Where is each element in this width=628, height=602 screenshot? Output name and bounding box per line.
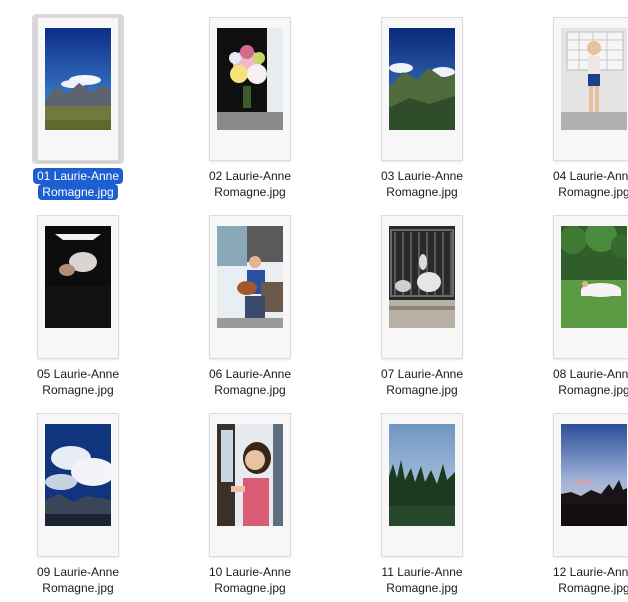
file-name-line-1: 09 Laurie-Anne <box>36 565 120 579</box>
instant-photo-frame <box>38 18 118 160</box>
photo-image <box>561 226 627 328</box>
file-name-line-1: 04 Laurie-Anne <box>552 169 628 183</box>
file-name-label[interactable]: 10 Laurie-Anne Romagne.jpg <box>172 564 328 596</box>
instant-photo-frame <box>210 414 290 556</box>
file-name-label[interactable]: 03 Laurie-Anne Romagne.jpg <box>344 168 500 200</box>
instant-photo-frame <box>382 414 462 556</box>
file-thumbnail[interactable] <box>172 410 328 560</box>
file-thumbnail[interactable] <box>516 410 628 560</box>
file-item[interactable]: 08 Laurie-Anne Romagne.jpg <box>516 206 628 404</box>
instant-photo-frame <box>382 216 462 358</box>
file-name-line-1: 02 Laurie-Anne <box>208 169 292 183</box>
photo-image <box>389 226 455 328</box>
photo-image <box>389 28 455 130</box>
file-thumbnail[interactable] <box>344 212 500 362</box>
instant-photo-frame <box>38 414 118 556</box>
file-name-line-1: 05 Laurie-Anne <box>36 367 120 381</box>
file-name-line-2: Romagne.jpg <box>214 185 286 199</box>
file-item[interactable]: 05 Laurie-Anne Romagne.jpg <box>0 206 156 404</box>
file-item[interactable]: 07 Laurie-Anne Romagne.jpg <box>344 206 500 404</box>
file-name-label[interactable]: 12 Laurie-Anne Romagne.jpg <box>516 564 628 596</box>
file-name-line-2: Romagne.jpg <box>386 581 458 595</box>
photo-image <box>45 424 111 526</box>
photo-image <box>561 424 627 526</box>
instant-photo-frame <box>554 414 628 556</box>
photo-image <box>217 226 283 328</box>
file-name-label[interactable]: 07 Laurie-Anne Romagne.jpg <box>344 366 500 398</box>
file-name-line-1: 01 Laurie-Anne <box>32 168 124 184</box>
instant-photo-frame <box>38 216 118 358</box>
file-item[interactable]: 12 Laurie-Anne Romagne.jpg <box>516 404 628 602</box>
file-name-line-1: 08 Laurie-Anne <box>552 367 628 381</box>
file-name-label[interactable]: 05 Laurie-Anne Romagne.jpg <box>0 366 156 398</box>
file-name-line-2: Romagne.jpg <box>558 185 628 199</box>
file-name-line-1: 12 Laurie-Anne <box>552 565 628 579</box>
file-item[interactable]: 11 Laurie-Anne Romagne.jpg <box>344 404 500 602</box>
file-item[interactable]: 01 Laurie-Anne Romagne.jpg <box>0 8 156 206</box>
file-name-line-1: 11 Laurie-Anne <box>381 565 463 579</box>
photo-image <box>217 424 283 526</box>
file-item[interactable]: 06 Laurie-Anne Romagne.jpg <box>172 206 328 404</box>
instant-photo-frame <box>210 18 290 160</box>
file-name-line-2: Romagne.jpg <box>42 383 114 397</box>
file-name-line-2: Romagne.jpg <box>42 581 114 595</box>
file-item[interactable]: 02 Laurie-Anne Romagne.jpg <box>172 8 328 206</box>
file-name-line-2: Romagne.jpg <box>38 184 118 200</box>
file-thumbnail[interactable] <box>516 212 628 362</box>
file-item[interactable]: 04 Laurie-Anne Romagne.jpg <box>516 8 628 206</box>
file-thumbnail[interactable] <box>0 212 156 362</box>
instant-photo-frame <box>554 18 628 160</box>
file-name-line-2: Romagne.jpg <box>214 383 286 397</box>
file-name-label[interactable]: 11 Laurie-Anne Romagne.jpg <box>344 564 500 596</box>
file-name-label[interactable]: 09 Laurie-Anne Romagne.jpg <box>0 564 156 596</box>
photo-image <box>217 28 283 130</box>
file-name-line-2: Romagne.jpg <box>214 581 286 595</box>
photo-image <box>45 226 111 328</box>
instant-photo-frame <box>554 216 628 358</box>
file-name-line-1: 03 Laurie-Anne <box>380 169 464 183</box>
file-thumbnail[interactable] <box>0 410 156 560</box>
file-name-label[interactable]: 01 Laurie-Anne Romagne.jpg <box>0 168 156 200</box>
file-icon-grid: 01 Laurie-Anne Romagne.jpg 02 Laurie-Anne… <box>0 0 628 601</box>
photo-image <box>389 424 455 526</box>
photo-image <box>45 28 111 130</box>
file-thumbnail[interactable] <box>344 14 500 164</box>
file-name-line-2: Romagne.jpg <box>558 383 628 397</box>
file-name-label[interactable]: 06 Laurie-Anne Romagne.jpg <box>172 366 328 398</box>
file-item[interactable]: 03 Laurie-Anne Romagne.jpg <box>344 8 500 206</box>
file-item[interactable]: 09 Laurie-Anne Romagne.jpg <box>0 404 156 602</box>
file-name-line-2: Romagne.jpg <box>386 185 458 199</box>
file-thumbnail[interactable] <box>0 14 156 164</box>
file-thumbnail[interactable] <box>172 212 328 362</box>
file-name-line-2: Romagne.jpg <box>386 383 458 397</box>
instant-photo-frame <box>382 18 462 160</box>
file-name-label[interactable]: 04 Laurie-Anne Romagne.jpg <box>516 168 628 200</box>
file-item[interactable]: 10 Laurie-Anne Romagne.jpg <box>172 404 328 602</box>
file-name-line-2: Romagne.jpg <box>558 581 628 595</box>
file-name-label[interactable]: 08 Laurie-Anne Romagne.jpg <box>516 366 628 398</box>
file-name-line-1: 06 Laurie-Anne <box>208 367 292 381</box>
file-name-label[interactable]: 02 Laurie-Anne Romagne.jpg <box>172 168 328 200</box>
file-thumbnail[interactable] <box>172 14 328 164</box>
file-thumbnail[interactable] <box>516 14 628 164</box>
instant-photo-frame <box>210 216 290 358</box>
file-thumbnail[interactable] <box>344 410 500 560</box>
file-name-line-1: 07 Laurie-Anne <box>380 367 464 381</box>
file-name-line-1: 10 Laurie-Anne <box>208 565 292 579</box>
photo-image <box>561 28 627 130</box>
